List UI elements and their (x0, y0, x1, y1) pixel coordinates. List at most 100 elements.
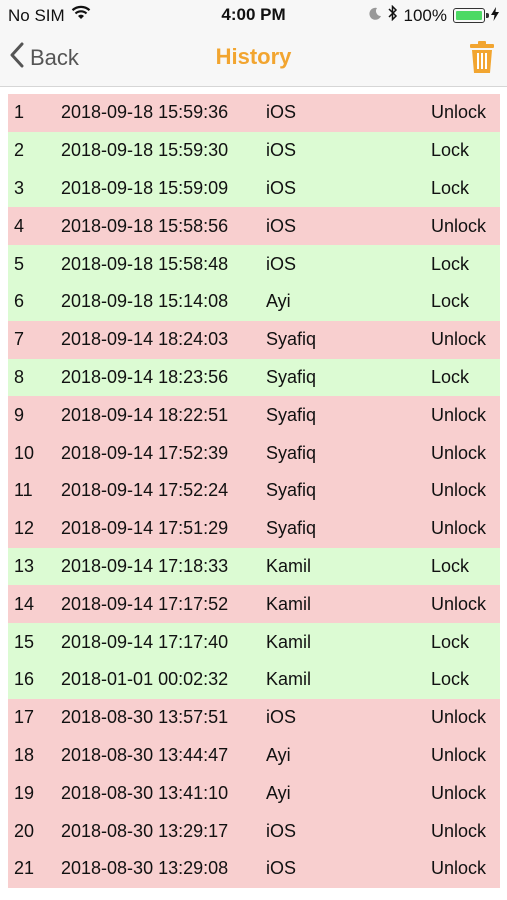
row-datetime: 2018-09-14 17:52:39 (61, 442, 229, 463)
table-row[interactable]: 6 2018-09-18 15:14:08 Ayi Lock (8, 282, 500, 321)
row-number: 18 (14, 744, 35, 765)
page-title: History (215, 44, 292, 69)
table-row[interactable]: 3 2018-09-18 15:59:09 iOS Lock (8, 169, 500, 208)
row-number: 15 (14, 631, 35, 652)
table-row[interactable]: 5 2018-09-18 15:58:48 iOS Lock (8, 245, 500, 283)
row-user: iOS (266, 858, 297, 879)
row-number: 9 (14, 404, 25, 425)
row-action: Lock (431, 177, 470, 198)
row-datetime: 2018-09-14 17:52:24 (61, 480, 229, 501)
history-table[interactable]: 1 2018-09-18 15:59:36 iOS Unlock 2 2018-09-18… (8, 94, 500, 888)
row-user: Ayi (266, 782, 291, 803)
row-user: iOS (266, 140, 297, 161)
row-user: iOS (266, 820, 297, 841)
row-datetime: 2018-08-30 13:57:51 (61, 707, 229, 728)
row-action: Unlock (431, 744, 487, 765)
row-user: iOS (266, 707, 297, 728)
row-datetime: 2018-08-30 13:29:17 (61, 820, 229, 841)
row-action: Unlock (431, 442, 487, 463)
table-row[interactable]: 21 2018-08-30 13:29:08 iOS Unlock (8, 849, 500, 888)
table-row[interactable]: 4 2018-09-18 15:58:56 iOS Unlock (8, 207, 500, 246)
table-row[interactable]: 8 2018-09-14 18:23:56 Syafiq Lock (8, 358, 500, 397)
row-action: Lock (431, 140, 470, 161)
table-row[interactable]: 13 2018-09-14 17:18:33 Kamil Lock (8, 547, 500, 586)
row-action: Unlock (431, 329, 487, 350)
row-number: 2 (14, 140, 25, 161)
row-user: Kamil (266, 631, 312, 652)
row-user: Syafiq (266, 442, 317, 463)
table-row[interactable]: 20 2018-08-30 13:29:17 iOS Unlock (8, 812, 500, 850)
table-row[interactable]: 2 2018-09-18 15:59:30 iOS Lock (8, 131, 500, 170)
row-number: 1 (14, 102, 25, 123)
row-number: 21 (14, 858, 35, 879)
row-user: Kamil (266, 593, 312, 614)
row-action: Unlock (431, 707, 487, 728)
row-action: Unlock (431, 404, 487, 425)
table-row[interactable]: 9 2018-09-14 18:22:51 Syafiq Unlock (8, 396, 500, 435)
row-action: Unlock (431, 102, 487, 123)
row-action: Unlock (431, 480, 487, 501)
battery-icon (453, 8, 489, 23)
row-user: iOS (266, 177, 297, 198)
table-row[interactable]: 7 2018-09-14 18:24:03 Syafiq Unlock (8, 320, 500, 359)
row-number: 7 (14, 329, 25, 350)
row-user: iOS (266, 215, 297, 236)
row-number: 5 (14, 253, 25, 274)
moon-icon (368, 6, 382, 26)
row-user: Syafiq (266, 404, 317, 425)
row-user: Syafiq (266, 329, 317, 350)
row-user: Kamil (266, 555, 312, 576)
row-number: 6 (14, 291, 25, 312)
row-datetime: 2018-01-01 00:02:32 (61, 669, 229, 690)
row-number: 11 (14, 480, 33, 501)
row-datetime: 2018-09-18 15:14:08 (61, 291, 229, 312)
row-datetime: 2018-09-18 15:58:56 (61, 215, 229, 236)
table-row[interactable]: 14 2018-09-14 17:17:52 Kamil Unlock (8, 585, 500, 624)
row-number: 16 (14, 669, 35, 690)
table-row[interactable]: 19 2018-08-30 13:41:10 Ayi Unlock (8, 774, 500, 813)
row-datetime: 2018-09-18 15:58:48 (61, 253, 229, 274)
row-datetime: 2018-08-30 13:44:47 (61, 744, 229, 765)
row-action: Unlock (431, 215, 487, 236)
table-row[interactable]: 18 2018-08-30 13:44:47 Ayi Unlock (8, 736, 500, 775)
row-action: Lock (431, 253, 470, 274)
table-row[interactable]: 10 2018-09-14 17:52:39 Syafiq Unlock (8, 434, 500, 472)
row-action: Lock (431, 669, 470, 690)
row-number: 13 (14, 555, 35, 576)
row-action: Lock (431, 366, 470, 387)
table-row[interactable]: 17 2018-08-30 13:57:51 iOS Unlock (8, 698, 500, 737)
table-row[interactable]: 15 2018-09-14 17:17:40 Kamil Lock (8, 623, 500, 661)
row-user: Syafiq (266, 366, 317, 387)
row-user: Ayi (266, 291, 291, 312)
table-row[interactable]: 12 2018-09-14 17:51:29 Syafiq Unlock (8, 509, 500, 548)
battery-tip (486, 13, 489, 18)
table-row[interactable]: 11 2018-09-14 17:52:24 Syafiq Unlock (8, 471, 500, 510)
row-action: Unlock (431, 858, 487, 879)
row-number: 17 (14, 707, 35, 728)
battery-label: 100% (403, 5, 447, 25)
row-user: Syafiq (266, 518, 317, 539)
trash-button[interactable] (469, 40, 495, 79)
row-datetime: 2018-09-18 15:59:30 (61, 140, 229, 161)
row-datetime: 2018-08-30 13:41:10 (61, 782, 229, 803)
table-row[interactable]: 1 2018-09-18 15:59:36 iOS Unlock (8, 94, 500, 132)
status-bar: No SIM 4:00 PM 100% (0, 0, 507, 30)
row-number: 14 (14, 593, 35, 614)
table-row[interactable]: 16 2018-01-01 00:02:32 Kamil Lock (8, 660, 500, 699)
row-action: Unlock (431, 518, 487, 539)
row-user: Ayi (266, 744, 291, 765)
charging-icon (491, 6, 499, 26)
row-datetime: 2018-09-14 18:22:51 (61, 404, 229, 425)
row-datetime: 2018-09-14 18:24:03 (61, 329, 229, 350)
row-datetime: 2018-09-14 17:18:33 (61, 555, 229, 576)
navigation-bar: Back History (0, 30, 507, 87)
row-user: Kamil (266, 669, 312, 690)
row-user: iOS (266, 253, 297, 274)
status-right: 100% (368, 4, 499, 26)
row-datetime: 2018-09-14 18:23:56 (61, 366, 229, 387)
row-number: 3 (14, 177, 25, 198)
row-datetime: 2018-09-14 17:17:52 (61, 593, 229, 614)
row-number: 8 (14, 366, 25, 387)
row-number: 19 (14, 782, 35, 803)
row-user: iOS (266, 102, 297, 123)
